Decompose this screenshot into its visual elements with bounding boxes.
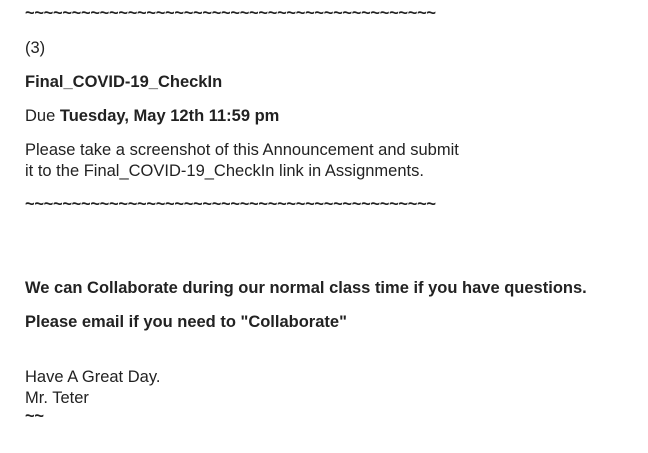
- due-line: Due Tuesday, May 12th 11:59 pm: [25, 106, 279, 126]
- due-date: Tuesday, May 12th 11:59 pm: [59, 107, 280, 125]
- closing-text: Have A Great Day.: [25, 368, 161, 386]
- assignment-title: Final_COVID-19_CheckIn: [25, 73, 223, 91]
- signature: Mr. Teter: [25, 389, 89, 407]
- separator-bottom: ~~~~~~~~~~~~~~~~~~~~~~~~~~~~~~~~~~~~~~~~…: [25, 195, 436, 213]
- signoff: ~~: [25, 407, 44, 425]
- item-number: (3): [25, 39, 46, 57]
- due-label: Due: [25, 107, 56, 125]
- email-note: Please email if you need to "Collaborate…: [25, 313, 347, 331]
- collaborate-note: We can Collaborate during our normal cla…: [25, 279, 587, 297]
- instructions-line-2: it to the Final_COVID-19_CheckIn link in…: [25, 162, 424, 180]
- separator-top: ~~~~~~~~~~~~~~~~~~~~~~~~~~~~~~~~~~~~~~~~…: [25, 4, 436, 22]
- instructions-line-1: Please take a screenshot of this Announc…: [25, 141, 459, 159]
